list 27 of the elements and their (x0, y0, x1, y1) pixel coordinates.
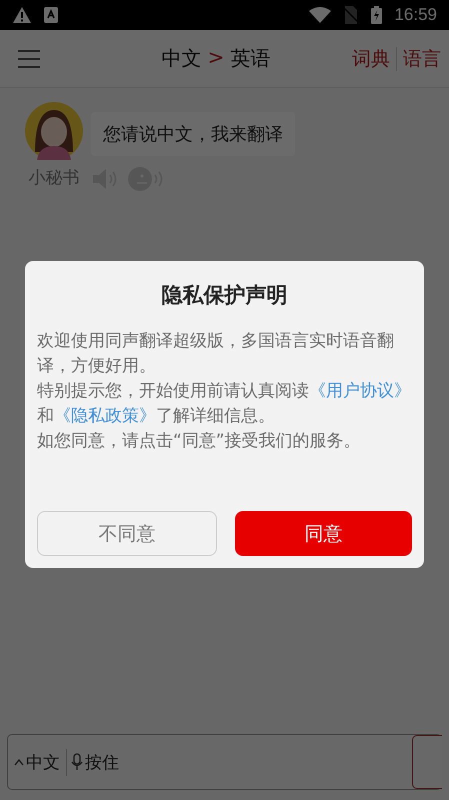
no-sim-icon (343, 6, 360, 24)
clock-time: 16:59 (394, 5, 437, 25)
warning-icon (12, 6, 32, 24)
right-button[interactable] (412, 735, 442, 789)
dialog-paragraph: 欢迎使用同声翻译超级版，多国语言实时语音翻译，方便好用。 (37, 330, 395, 378)
agree-button[interactable]: 同意 (234, 511, 412, 556)
battery-charging-icon (371, 6, 382, 24)
policy-link[interactable]: 《隐私政策》 (54, 406, 156, 426)
hold-to-talk-button[interactable]: 按住 (67, 750, 123, 774)
direction-arrow: > (208, 45, 224, 71)
menu-icon[interactable] (18, 50, 40, 68)
wifi-icon (309, 7, 332, 23)
policy-link[interactable]: 《用户协议》 (309, 381, 411, 401)
app-notification-icon (44, 7, 58, 23)
avatar-icon (25, 102, 83, 160)
header-action-link[interactable]: 语言 (403, 46, 441, 72)
dialog-title: 隐私保护声明 (160, 282, 288, 309)
language-picker[interactable]: 中文 (8, 748, 67, 776)
microphone-icon (71, 753, 83, 771)
dialog-paragraph: 特别提示您，开始使用前请认真阅读《用户协议》 和《隐私政策》了解详细信息。 (37, 380, 412, 428)
disagree-button[interactable]: 不同意 (37, 511, 216, 556)
dialog-paragraph: 如您同意，请点击“同意”接受我们的服务。 (37, 430, 362, 453)
message-bubble: 您请说中文，我来翻译 (91, 112, 295, 156)
target-language[interactable]: 英语 (230, 45, 270, 72)
source-language[interactable]: 中文 (162, 45, 202, 72)
header-action-link[interactable]: 词典 (352, 46, 390, 72)
caret-up-icon (14, 758, 24, 766)
